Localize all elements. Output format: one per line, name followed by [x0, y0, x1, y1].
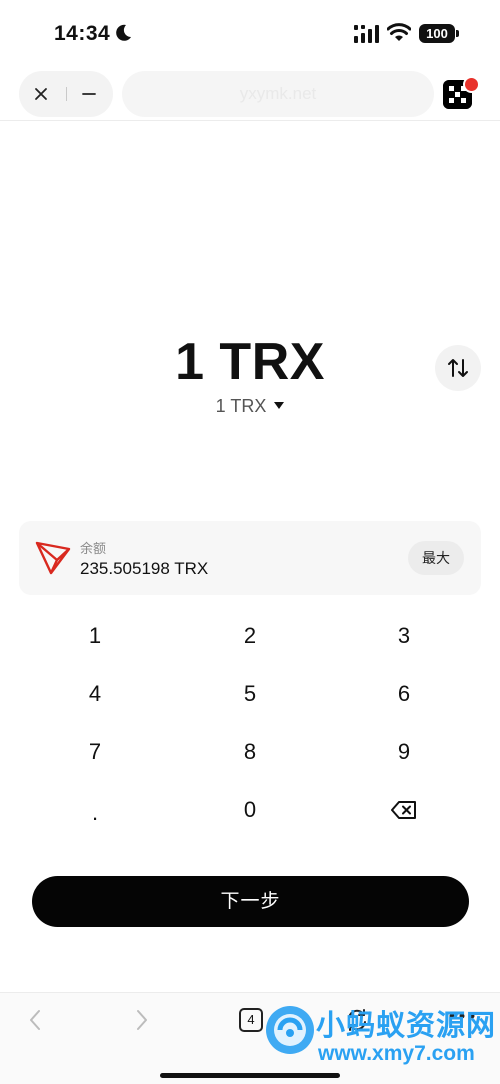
browser-bottom-bar: 4	[0, 992, 500, 1084]
chevron-left-icon[interactable]	[26, 1008, 44, 1032]
refresh-icon[interactable]	[344, 1007, 370, 1033]
status-bar: 14:34 100	[0, 0, 500, 66]
key-6[interactable]: 6	[344, 669, 464, 719]
key-4[interactable]: 4	[35, 669, 155, 719]
amount-main: 1 TRX	[175, 333, 325, 391]
balance-label: 余额	[80, 541, 107, 556]
key-5[interactable]: 5	[190, 669, 310, 719]
key-7[interactable]: 7	[35, 727, 155, 777]
battery-cap	[456, 30, 459, 37]
more-icon[interactable]	[448, 1011, 476, 1021]
key-0[interactable]: 0	[190, 785, 310, 835]
backspace-icon	[391, 801, 416, 819]
minus-icon[interactable]	[76, 81, 102, 107]
home-indicator	[160, 1073, 340, 1078]
status-time: 14:34	[54, 22, 111, 45]
tabs-button[interactable]: 4	[239, 1008, 263, 1032]
pill-divider	[66, 87, 67, 101]
top-divider	[0, 120, 500, 121]
key-8[interactable]: 8	[190, 727, 310, 777]
balance-card: 余额 235.505198 TRX 最大	[19, 521, 481, 595]
moon-icon	[116, 24, 131, 41]
browser-top-bar: yxymk.net	[0, 70, 500, 120]
key-1[interactable]: 1	[35, 611, 155, 661]
battery-indicator: 100	[419, 24, 455, 43]
notification-badge	[463, 76, 480, 93]
backspace-button[interactable]	[344, 787, 464, 837]
key-3[interactable]: 3	[344, 611, 464, 661]
chevron-right-icon[interactable]	[133, 1008, 151, 1032]
wifi-icon	[387, 23, 411, 41]
swap-button[interactable]	[435, 345, 481, 391]
key-9[interactable]: 9	[344, 727, 464, 777]
close-icon[interactable]	[28, 81, 54, 107]
key-decimal[interactable]: .	[35, 788, 155, 838]
signal-icon	[354, 25, 379, 43]
next-button[interactable]: 下一步	[32, 876, 469, 927]
tron-icon	[35, 541, 71, 575]
address-bar[interactable]: yxymk.net	[122, 71, 434, 117]
url-text: yxymk.net	[239, 84, 317, 103]
swap-icon	[448, 359, 468, 377]
key-2[interactable]: 2	[190, 611, 310, 661]
amount-secondary: 1 TRX	[215, 396, 267, 416]
balance-value: 235.505198 TRX	[80, 559, 209, 578]
amount-secondary-selector[interactable]: 1 TRX	[0, 396, 500, 417]
caret-down-icon	[274, 401, 285, 409]
max-button[interactable]: 最大	[408, 541, 464, 575]
